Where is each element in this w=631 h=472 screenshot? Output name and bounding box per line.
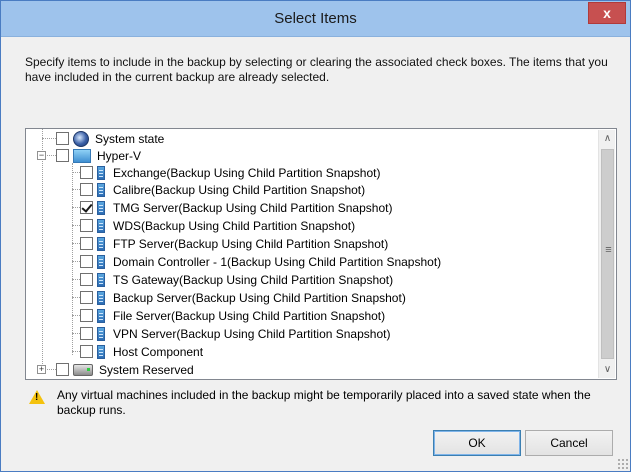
window-title: Select Items: [274, 10, 357, 27]
chevron-up-icon[interactable]: ∧: [599, 130, 616, 147]
tree-item-label: TMG Server(Backup Using Child Partition …: [113, 200, 393, 215]
ok-button[interactable]: OK: [433, 430, 521, 456]
tree-connector: [72, 225, 80, 226]
tree-item-child[interactable]: WDS(Backup Using Child Partition Snapsho…: [80, 217, 355, 234]
tree-item-label: Domain Controller - 1(Backup Using Child…: [113, 254, 442, 269]
warning-text: Any virtual machines included in the bac…: [57, 388, 591, 417]
server-icon: [97, 236, 105, 251]
collapse-hyperv-expander[interactable]: −: [37, 151, 46, 160]
tree-item-label: Calibre(Backup Using Child Partition Sna…: [113, 182, 366, 197]
tree-item-label: System state: [95, 131, 165, 146]
server-icon: [97, 344, 105, 359]
grip-icon: ≡: [605, 244, 612, 256]
drive-icon: [73, 363, 93, 376]
tree-connector: [72, 351, 80, 352]
tree-item-label: FTP Server(Backup Using Child Partition …: [113, 236, 389, 251]
warning-message: ! Any virtual machines included in the b…: [25, 386, 617, 420]
tree-item-hyperv[interactable]: Hyper-V: [56, 147, 141, 164]
tree-connector: [72, 261, 80, 262]
server-icon: [97, 218, 105, 233]
child-checkbox[interactable]: [80, 291, 93, 304]
tree-connector: [72, 315, 80, 316]
scrollbar-thumb[interactable]: ≡: [601, 149, 614, 359]
tree-connector: [72, 189, 80, 190]
tree-item-label: Hyper-V: [97, 148, 142, 163]
tree-item-child[interactable]: TS Gateway(Backup Using Child Partition …: [80, 271, 393, 288]
tree-connector: [72, 297, 80, 298]
tree-connector: [72, 172, 80, 173]
child-checkbox[interactable]: [80, 255, 93, 268]
tree-item-label: File Server(Backup Using Child Partition…: [113, 308, 386, 323]
tree-item-child[interactable]: Calibre(Backup Using Child Partition Sna…: [80, 181, 365, 198]
tree-item-label: VPN Server(Backup Using Child Partition …: [113, 326, 391, 341]
tree-item-system-state[interactable]: System state: [56, 130, 164, 147]
system-reserved-checkbox[interactable]: [56, 363, 69, 376]
tree-item-child[interactable]: File Server(Backup Using Child Partition…: [80, 307, 385, 324]
server-icon: [97, 290, 105, 305]
server-icon: [97, 254, 105, 269]
tree-connector: [72, 279, 80, 280]
select-items-dialog: Select Items x Specify items to include …: [0, 0, 631, 472]
tree-item-child[interactable]: TMG Server(Backup Using Child Partition …: [80, 199, 392, 216]
tree-connector: [42, 129, 43, 374]
system-state-icon: [73, 130, 89, 147]
tree-item-label: TS Gateway(Backup Using Child Partition …: [113, 272, 394, 287]
server-icon: [97, 200, 105, 215]
child-checkbox[interactable]: [80, 183, 93, 196]
hyperv-checkbox[interactable]: [56, 149, 69, 162]
child-checkbox[interactable]: [80, 273, 93, 286]
child-checkbox[interactable]: [80, 166, 93, 179]
system-state-checkbox[interactable]: [56, 132, 69, 145]
warning-exclamation: !: [35, 392, 39, 403]
child-checkbox[interactable]: [80, 327, 93, 340]
title-bar[interactable]: Select Items x: [1, 1, 630, 37]
tree-item-label: Host Component: [113, 344, 204, 359]
chevron-down-icon[interactable]: ∨: [599, 361, 616, 378]
description-text: Specify items to include in the backup b…: [25, 55, 608, 84]
tree-item-child[interactable]: FTP Server(Backup Using Child Partition …: [80, 235, 388, 252]
tree-item-child[interactable]: Backup Server(Backup Using Child Partiti…: [80, 289, 406, 306]
tree-item-system-reserved[interactable]: System Reserved: [56, 361, 194, 378]
child-checkbox[interactable]: [80, 219, 93, 232]
tree-item-child[interactable]: Domain Controller - 1(Backup Using Child…: [80, 253, 441, 270]
child-checkbox[interactable]: [80, 309, 93, 322]
tree-connector: [72, 163, 73, 355]
hyperv-icon: [73, 148, 91, 163]
tree-connector: [47, 369, 56, 370]
close-button[interactable]: x: [588, 2, 626, 24]
expand-system-reserved-expander[interactable]: +: [37, 365, 46, 374]
resize-grip[interactable]: [617, 458, 629, 470]
child-checkbox[interactable]: [80, 237, 93, 250]
tree-item-label: WDS(Backup Using Child Partition Snapsho…: [113, 218, 356, 233]
server-icon: [97, 326, 105, 341]
server-icon: [97, 182, 105, 197]
tree-connector: [42, 138, 56, 139]
tree-connector: [72, 243, 80, 244]
server-icon: [97, 308, 105, 323]
tree-connector: [72, 333, 80, 334]
vertical-scrollbar[interactable]: ∧ ≡ ∨: [598, 130, 615, 378]
child-checkbox[interactable]: [80, 345, 93, 358]
tree-item-child[interactable]: VPN Server(Backup Using Child Partition …: [80, 325, 390, 342]
server-icon: [97, 272, 105, 287]
cancel-button[interactable]: Cancel: [525, 430, 613, 456]
tree-item-label: Exchange(Backup Using Child Partition Sn…: [113, 165, 381, 180]
server-icon: [97, 165, 105, 180]
tree-item-child[interactable]: Exchange(Backup Using Child Partition Sn…: [80, 164, 380, 181]
items-tree[interactable]: System state − Hyper-V Exchange(Backup U…: [25, 128, 617, 380]
tree-connector: [72, 207, 80, 208]
tree-connector: [47, 155, 56, 156]
tree-item-child[interactable]: Host Component: [80, 343, 203, 360]
tree-item-label: System Reserved: [99, 362, 194, 377]
tree-item-label: Backup Server(Backup Using Child Partiti…: [113, 290, 406, 305]
child-checkbox[interactable]: [80, 201, 93, 214]
